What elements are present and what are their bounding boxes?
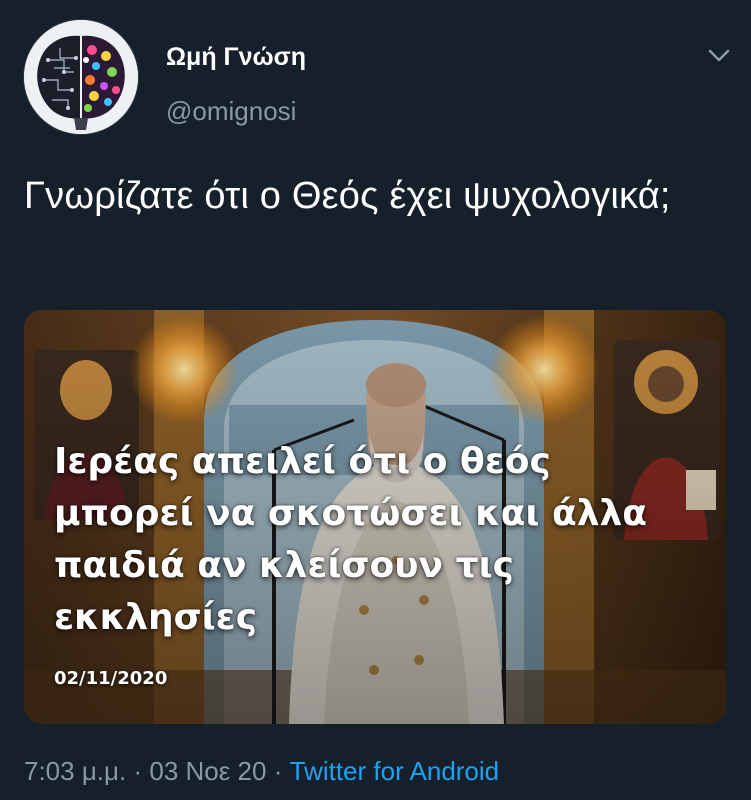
author-name[interactable]: Ωμή Γνώση (166, 43, 306, 72)
chevron-down-icon[interactable] (704, 40, 734, 70)
media-date: 02/11/2020 (54, 668, 168, 689)
meta-separator: · (266, 756, 290, 786)
tweet-meta: 7:03 μ.μ. · 03 Νοε 20 · Twitter for Andr… (24, 756, 499, 787)
brain-avatar-image (24, 20, 138, 134)
meta-separator: · (126, 756, 150, 786)
tweet-source-link[interactable]: Twitter for Android (290, 756, 500, 786)
tweet-header: Ωμή Γνώση @omignosi (24, 20, 734, 136)
tweet-text: Γνωρίζατε ότι ο Θεός έχει ψυχολογικά; (24, 175, 671, 217)
avatar[interactable] (24, 20, 138, 134)
tweet-media[interactable]: Ιερέας απειλεί ότι ο θεός μπορεί να σκοτ… (24, 310, 726, 724)
media-caption: Ιερέας απειλεί ότι ο θεός μπορεί να σκοτ… (54, 441, 647, 638)
tweet-time[interactable]: 7:03 μ.μ. (24, 756, 126, 786)
author-handle[interactable]: @omignosi (166, 96, 296, 127)
tweet-date[interactable]: 03 Νοε 20 (149, 756, 266, 786)
